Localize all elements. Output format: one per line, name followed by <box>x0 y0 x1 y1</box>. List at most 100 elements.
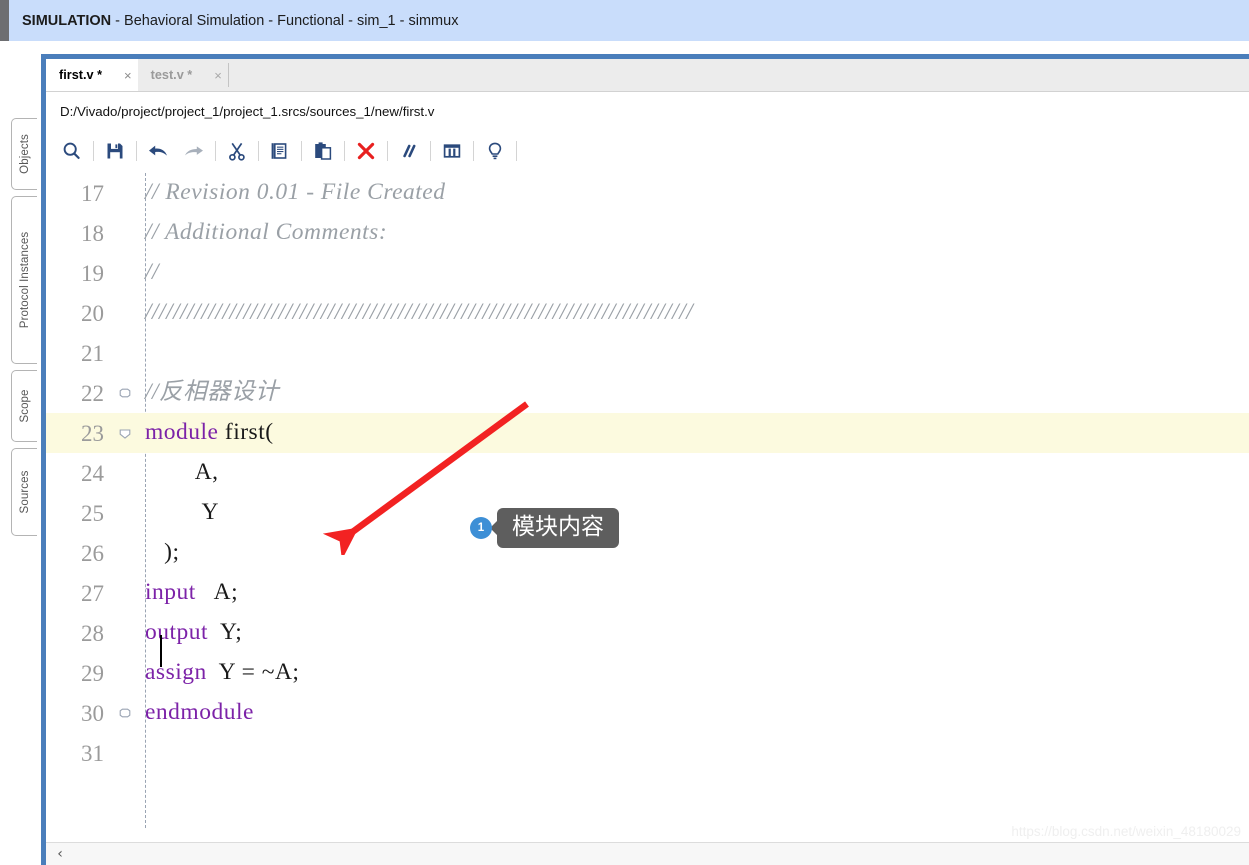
code-line[interactable]: 27 input A; <box>46 573 1249 613</box>
code-line[interactable]: 24 A, <box>46 453 1249 493</box>
header-title: SIMULATION - Behavioral Simulation - Fun… <box>9 13 458 29</box>
code-plain: ); <box>145 539 180 566</box>
simulation-header-bar: SIMULATION - Behavioral Simulation - Fun… <box>0 0 1249 41</box>
sidebar-tab-protocol-instances[interactable]: Protocol Instances <box>11 196 37 364</box>
watermark-text: https://blog.csdn.net/weixin_48180029 <box>1011 824 1241 839</box>
sidebar-tab-label: Protocol Instances <box>18 231 31 329</box>
comment-icon[interactable] <box>391 136 427 166</box>
fold-gutter-cell[interactable] <box>104 426 145 440</box>
line-number: 25 <box>81 500 104 526</box>
code-line[interactable]: 25 Y <box>46 493 1249 533</box>
toolbar-separator <box>93 141 94 161</box>
line-number: 31 <box>81 740 104 766</box>
header-title-strong: SIMULATION <box>22 12 112 29</box>
code-line[interactable]: 17 // Revision 0.01 - File Created <box>46 173 1249 213</box>
line-number: 21 <box>81 340 104 366</box>
code-line[interactable]: 23 module first( <box>46 413 1249 453</box>
line-number: 24 <box>81 460 104 486</box>
code-line[interactable]: 30 endmodule <box>46 693 1249 733</box>
code-comment: //反相器设计 <box>145 379 280 406</box>
line-number: 17 <box>81 180 104 206</box>
code-line-text: module first( <box>145 421 274 445</box>
code-plain: Y = ~A; <box>206 659 300 686</box>
code-line[interactable]: 19 // <box>46 253 1249 293</box>
code-line-text: endmodule <box>145 701 254 725</box>
copy-icon[interactable] <box>262 136 298 166</box>
toolbar-separator <box>516 141 517 161</box>
code-keyword: module <box>145 419 219 446</box>
editor-tab-label: first.v * <box>59 68 103 82</box>
editor-tab-test-v[interactable]: test.v * × <box>137 59 228 91</box>
line-number: 28 <box>81 620 104 646</box>
code-lines-container[interactable]: 17 // Revision 0.01 - File Created 18 // Ad… <box>46 173 1249 773</box>
code-keyword: assign <box>145 659 207 686</box>
line-number: 20 <box>81 300 104 326</box>
fold-gutter-cell[interactable] <box>104 706 145 720</box>
sidebar-tab-label: Scope <box>18 389 31 423</box>
delete-icon[interactable] <box>348 136 384 166</box>
undo-icon[interactable] <box>140 136 176 166</box>
toolbar-separator <box>473 141 474 161</box>
code-line-text: // Additional Comments: <box>145 221 387 245</box>
line-number: 30 <box>81 700 104 726</box>
columns-icon[interactable] <box>434 136 470 166</box>
header-accent-bar <box>0 0 9 41</box>
tab-divider <box>227 63 229 87</box>
code-line[interactable]: 28 output Y; <box>46 613 1249 653</box>
code-comment: // Additional Comments: <box>145 219 388 246</box>
line-number: 19 <box>81 260 104 286</box>
code-comment: ////////////////////////////////////////… <box>145 299 694 326</box>
sidebar-tab-sources[interactable]: Sources <box>11 448 37 536</box>
code-plain: first( <box>218 419 274 446</box>
code-plain: Y; <box>208 619 243 646</box>
code-line[interactable]: 31 <box>46 733 1249 773</box>
fold-marker-icon[interactable] <box>118 426 132 440</box>
redo-icon[interactable] <box>176 136 212 166</box>
fold-gutter-cell[interactable] <box>104 386 145 400</box>
code-editor-area[interactable]: 17 // Revision 0.01 - File Created 18 // Ad… <box>46 173 1249 828</box>
annotation-bubble-label: 模块内容 <box>497 507 619 549</box>
fold-marker-icon[interactable] <box>118 386 132 400</box>
source-editor-panel: first.v * × test.v * × D:/Vivado/project/pr… <box>41 54 1249 865</box>
code-comment: // Revision 0.01 - File Created <box>145 179 446 206</box>
editor-tab-first-v[interactable]: first.v * × <box>46 59 138 91</box>
code-line[interactable]: 18 // Additional Comments: <box>46 213 1249 253</box>
code-line-text: Y <box>145 501 219 525</box>
code-line[interactable]: 29 assign Y = ~A; <box>46 653 1249 693</box>
sidebar-tab-scope[interactable]: Scope <box>11 370 37 442</box>
close-icon[interactable]: × <box>124 69 132 82</box>
code-line[interactable]: 21 <box>46 333 1249 373</box>
bulb-icon[interactable] <box>477 136 513 166</box>
code-line-text: // Revision 0.01 - File Created <box>145 181 445 205</box>
horizontal-scrollbar[interactable]: ‹ <box>46 843 1249 865</box>
code-plain: A, <box>145 459 219 486</box>
code-keyword: endmodule <box>145 699 254 726</box>
toolbar-separator <box>258 141 259 161</box>
toolbar-separator <box>215 141 216 161</box>
code-line-text: ////////////////////////////////////////… <box>145 301 693 325</box>
text-caret <box>160 635 162 667</box>
editor-toolbar <box>46 130 1249 173</box>
code-line[interactable]: 22 //反相器设计 <box>46 373 1249 413</box>
vivado-simulation-window: SIMULATION - Behavioral Simulation - Fun… <box>0 0 1249 865</box>
sidebar-tab-objects[interactable]: Objects <box>11 118 37 190</box>
line-number: 22 <box>81 380 104 406</box>
scroll-left-button[interactable]: ‹ <box>46 843 74 865</box>
code-plain: Y <box>145 499 219 526</box>
line-number: 18 <box>81 220 104 246</box>
close-icon[interactable]: × <box>214 69 222 82</box>
fold-marker-icon[interactable] <box>118 706 132 720</box>
toolbar-separator <box>136 141 137 161</box>
search-icon[interactable] <box>54 136 90 166</box>
line-number: 27 <box>81 580 104 606</box>
cut-icon[interactable] <box>219 136 255 166</box>
annotation-callout: 1 模块内容 <box>470 506 619 550</box>
paste-icon[interactable] <box>305 136 341 166</box>
save-icon[interactable] <box>97 136 133 166</box>
code-line[interactable]: 20 //////////////////////////////////////… <box>46 293 1249 333</box>
line-number: 26 <box>81 540 104 566</box>
code-line-text: // <box>145 261 159 285</box>
code-line[interactable]: 26 ); <box>46 533 1249 573</box>
panel-left-edge <box>41 829 46 843</box>
annotation-badge: 1 <box>470 517 492 539</box>
